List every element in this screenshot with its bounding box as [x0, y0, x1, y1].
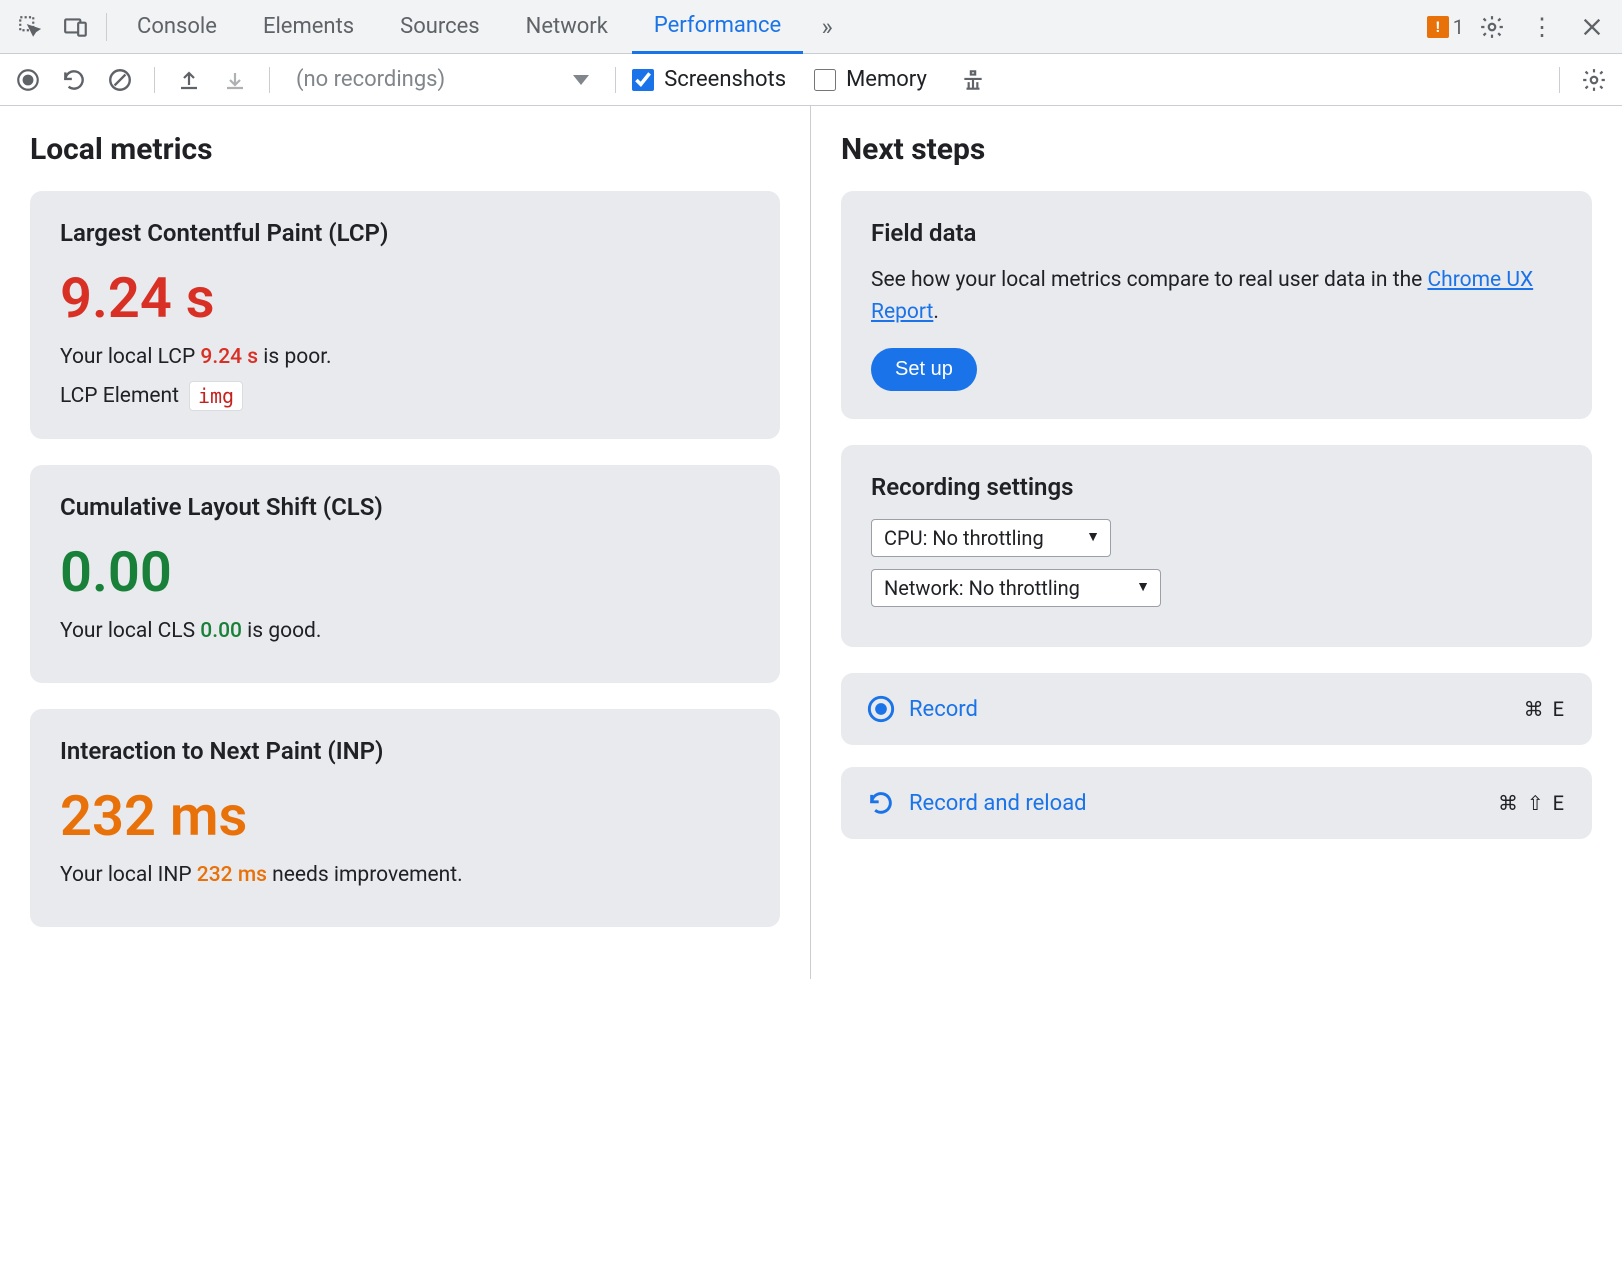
- tab-elements[interactable]: Elements: [241, 0, 376, 54]
- recordings-label: (no recordings): [296, 67, 445, 92]
- panel-settings-icon[interactable]: [1576, 62, 1612, 98]
- field-data-pre: See how your local metrics compare to re…: [871, 268, 1428, 292]
- more-tabs-icon[interactable]: »: [805, 5, 849, 49]
- lcp-card: Largest Contentful Paint (LCP) 9.24 s Yo…: [30, 191, 780, 439]
- memory-checkbox[interactable]: Memory: [814, 67, 927, 92]
- memory-label: Memory: [846, 67, 927, 92]
- field-data-title: Field data: [871, 219, 1562, 247]
- record-shortcut: ⌘ E: [1524, 697, 1566, 721]
- record-reload-action[interactable]: Record and reload ⌘ ⇧ E: [841, 767, 1592, 839]
- lcp-title: Largest Contentful Paint (LCP): [60, 219, 750, 247]
- recordings-dropdown[interactable]: (no recordings): [286, 67, 599, 92]
- separator: [154, 67, 155, 93]
- separator: [615, 67, 616, 93]
- tab-network[interactable]: Network: [504, 0, 630, 54]
- lcp-assessment: Your local LCP 9.24 s is poor.: [60, 345, 750, 369]
- screenshots-checkbox[interactable]: Screenshots: [632, 67, 786, 92]
- cls-title: Cumulative Layout Shift (CLS): [60, 493, 750, 521]
- inp-assessment: Your local INP 232 ms needs improvement.: [60, 863, 750, 887]
- lcp-assess-val: 9.24 s: [200, 345, 258, 369]
- lcp-assess-post: is poor.: [258, 345, 332, 369]
- warnings-badge[interactable]: ! 1: [1427, 15, 1464, 39]
- upload-icon[interactable]: [171, 62, 207, 98]
- next-steps-heading: Next steps: [841, 132, 1592, 167]
- download-icon[interactable]: [217, 62, 253, 98]
- separator: [269, 67, 270, 93]
- recording-settings-card: Recording settings CPU: No throttling Ne…: [841, 445, 1592, 647]
- cls-assess-val: 0.00: [200, 619, 242, 643]
- performance-toolbar: (no recordings) Screenshots Memory: [0, 54, 1622, 106]
- kebab-menu-icon[interactable]: ⋮: [1520, 5, 1564, 49]
- cls-assess-pre: Your local CLS: [60, 619, 200, 643]
- field-data-post: .: [933, 300, 939, 324]
- cls-value: 0.00: [60, 539, 750, 605]
- reload-icon: [867, 789, 895, 817]
- memory-checkbox-input[interactable]: [814, 69, 836, 91]
- device-toolbar-icon[interactable]: [54, 5, 98, 49]
- tab-sources[interactable]: Sources: [378, 0, 502, 54]
- performance-content: Local metrics Largest Contentful Paint (…: [0, 106, 1622, 979]
- separator: [1559, 67, 1560, 93]
- network-throttle-select[interactable]: Network: No throttling: [871, 569, 1161, 607]
- lcp-value: 9.24 s: [60, 265, 750, 331]
- record-reload-shortcut: ⌘ ⇧ E: [1498, 791, 1566, 815]
- cls-card: Cumulative Layout Shift (CLS) 0.00 Your …: [30, 465, 780, 683]
- inp-value: 232 ms: [60, 783, 750, 849]
- lcp-element-tag[interactable]: img: [189, 381, 243, 411]
- inp-title: Interaction to Next Paint (INP): [60, 737, 750, 765]
- reload-icon[interactable]: [56, 62, 92, 98]
- chevron-down-icon: [573, 75, 589, 85]
- inp-card: Interaction to Next Paint (INP) 232 ms Y…: [30, 709, 780, 927]
- next-steps-panel: Next steps Field data See how your local…: [811, 106, 1622, 979]
- lcp-assess-pre: Your local LCP: [60, 345, 200, 369]
- recording-settings-title: Recording settings: [871, 473, 1562, 501]
- record-icon: [867, 695, 895, 723]
- settings-icon[interactable]: [1470, 5, 1514, 49]
- lcp-element-label: LCP Element: [60, 384, 179, 408]
- tab-console[interactable]: Console: [115, 0, 239, 54]
- warning-count: 1: [1453, 15, 1464, 39]
- cls-assessment: Your local CLS 0.00 is good.: [60, 619, 750, 643]
- warning-icon: !: [1427, 16, 1449, 38]
- clear-icon[interactable]: [102, 62, 138, 98]
- cpu-throttle-select[interactable]: CPU: No throttling: [871, 519, 1111, 557]
- lcp-element-row: LCP Element img: [60, 381, 750, 411]
- screenshots-label: Screenshots: [664, 67, 786, 92]
- local-metrics-heading: Local metrics: [30, 132, 780, 167]
- inp-assess-pre: Your local INP: [60, 863, 197, 887]
- record-action[interactable]: Record ⌘ E: [841, 673, 1592, 745]
- devtools-tab-bar: Console Elements Sources Network Perform…: [0, 0, 1622, 54]
- inp-assess-post: needs improvement.: [267, 863, 463, 887]
- record-reload-label: Record and reload: [909, 791, 1087, 816]
- record-label: Record: [909, 697, 978, 722]
- field-data-card: Field data See how your local metrics co…: [841, 191, 1592, 419]
- collect-garbage-icon[interactable]: [955, 62, 991, 98]
- cls-assess-post: is good.: [242, 619, 322, 643]
- field-data-text: See how your local metrics compare to re…: [871, 265, 1562, 328]
- screenshots-checkbox-input[interactable]: [632, 69, 654, 91]
- tab-performance[interactable]: Performance: [632, 0, 803, 54]
- separator: [106, 13, 107, 41]
- close-icon[interactable]: [1570, 5, 1614, 49]
- local-metrics-panel: Local metrics Largest Contentful Paint (…: [0, 106, 811, 979]
- inp-assess-val: 232 ms: [197, 863, 267, 887]
- inspect-element-icon[interactable]: [8, 5, 52, 49]
- record-button-icon[interactable]: [10, 62, 46, 98]
- setup-button[interactable]: Set up: [871, 348, 977, 391]
